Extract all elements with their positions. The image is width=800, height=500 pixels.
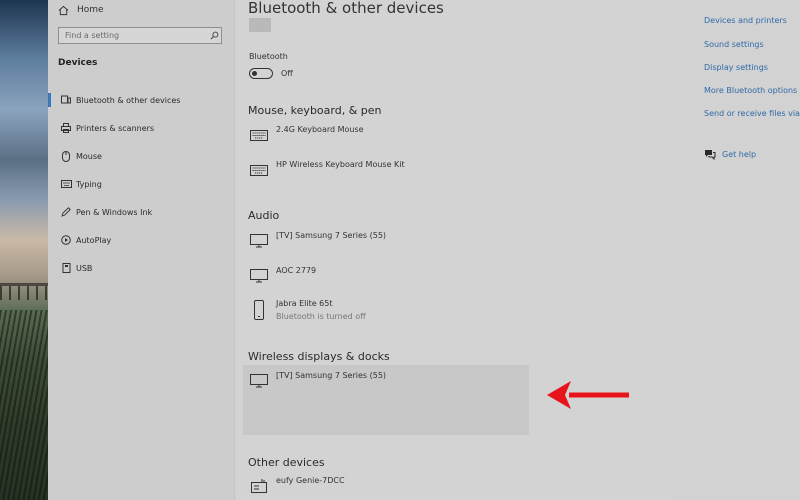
device-name: [TV] Samsung 7 Series (55) [276,371,387,380]
home-icon [58,5,72,16]
printer-icon [60,123,72,133]
keyboard-icon [249,125,269,145]
nav-item-printers-scanners[interactable]: Printers & scanners [48,114,234,142]
bluetooth-toggle-state: Off [281,69,293,78]
device-item[interactable]: [TV] Samsung 7 Series (55) [249,371,386,391]
pen-icon [60,207,72,217]
device-item[interactable]: AOC 2779 [249,266,316,286]
router-icon [249,476,269,496]
page-title: Bluetooth & other devices [248,0,444,17]
nav-home-link[interactable]: Home [58,2,104,18]
get-help-label: Get help [722,150,757,159]
wallpaper-grass [0,310,48,500]
help-chat-icon [704,149,716,160]
settings-nav-pane: Home Devices Bluetooth & other devices P… [48,0,235,500]
link-sound-settings[interactable]: Sound settings [704,40,764,49]
nav-item-label: USB [76,263,93,273]
wallpaper-pier-posts [0,286,48,300]
device-item[interactable]: Jabra Elite 65t Bluetooth is turned off [249,299,366,321]
device-status: Bluetooth is turned off [276,312,366,321]
search-input[interactable] [59,31,207,40]
nav-item-autoplay[interactable]: AutoPlay [48,226,234,254]
device-name: HP Wireless Keyboard Mouse Kit [276,160,405,169]
search-box[interactable] [58,27,222,44]
usb-icon [60,263,72,273]
phone-icon [249,299,269,321]
device-name: 2.4G Keyboard Mouse [276,125,364,134]
device-name: Jabra Elite 65t [276,299,333,308]
device-name: eufy Genie-7DCC [276,476,345,485]
keyboard-icon [60,180,72,188]
device-item[interactable]: 2.4G Keyboard Mouse [249,125,364,145]
nav-item-label: Mouse [76,151,102,161]
toggle-knob [252,70,257,76]
nav-item-label: Typing [76,179,102,189]
device-item[interactable]: HP Wireless Keyboard Mouse Kit [249,160,405,180]
nav-item-pen-windows-ink[interactable]: Pen & Windows Ink [48,198,234,226]
device-item[interactable]: [TV] Samsung 7 Series (55) [249,231,386,251]
monitor-icon [249,371,269,391]
related-settings: Devices and printers Sound settings Disp… [704,0,800,500]
nav-list: Bluetooth & other devices Printers & sca… [48,86,234,282]
nav-item-usb[interactable]: USB [48,254,234,282]
nav-item-bluetooth-devices[interactable]: Bluetooth & other devices [48,86,234,114]
monitor-icon [249,231,269,251]
nav-item-mouse[interactable]: Mouse [48,142,234,170]
bluetooth-toggle[interactable] [249,68,273,79]
mouse-icon [60,150,72,162]
link-devices-and-printers[interactable]: Devices and printers [704,16,787,25]
nav-item-typing[interactable]: Typing [48,170,234,198]
search-icon[interactable] [207,31,221,40]
nav-item-label: Printers & scanners [76,123,155,133]
group-title-wireless-displays: Wireless displays & docks [248,350,390,363]
desktop-wallpaper [0,0,48,500]
nav-section-title: Devices [58,58,98,68]
group-title-mouse-keyboard-pen: Mouse, keyboard, & pen [248,104,382,117]
link-more-bluetooth-options[interactable]: More Bluetooth options [704,86,797,95]
get-help-link[interactable]: Get help [704,149,756,160]
nav-home-label: Home [77,5,104,15]
monitor-icon [249,266,269,286]
nav-item-label: Bluetooth & other devices [76,95,181,105]
red-arrow-annotation [547,381,629,409]
device-item[interactable]: eufy Genie-7DCC [249,476,345,496]
link-send-receive-files[interactable]: Send or receive files via B [704,109,800,118]
bluetooth-label: Bluetooth [249,52,288,61]
nav-item-label: AutoPlay [76,235,112,245]
device-name: [TV] Samsung 7 Series (55) [276,231,387,240]
bluetooth-devices-icon [60,95,72,105]
add-device-button-partial[interactable] [249,18,271,32]
autoplay-icon [60,235,72,245]
device-name: AOC 2779 [276,266,317,275]
keyboard-icon [249,160,269,180]
group-title-audio: Audio [248,209,280,222]
link-display-settings[interactable]: Display settings [704,63,768,72]
nav-item-label: Pen & Windows Ink [76,207,153,217]
group-title-other-devices: Other devices [248,456,325,469]
main-content: Bluetooth & other devices Bluetooth Off … [235,0,675,500]
